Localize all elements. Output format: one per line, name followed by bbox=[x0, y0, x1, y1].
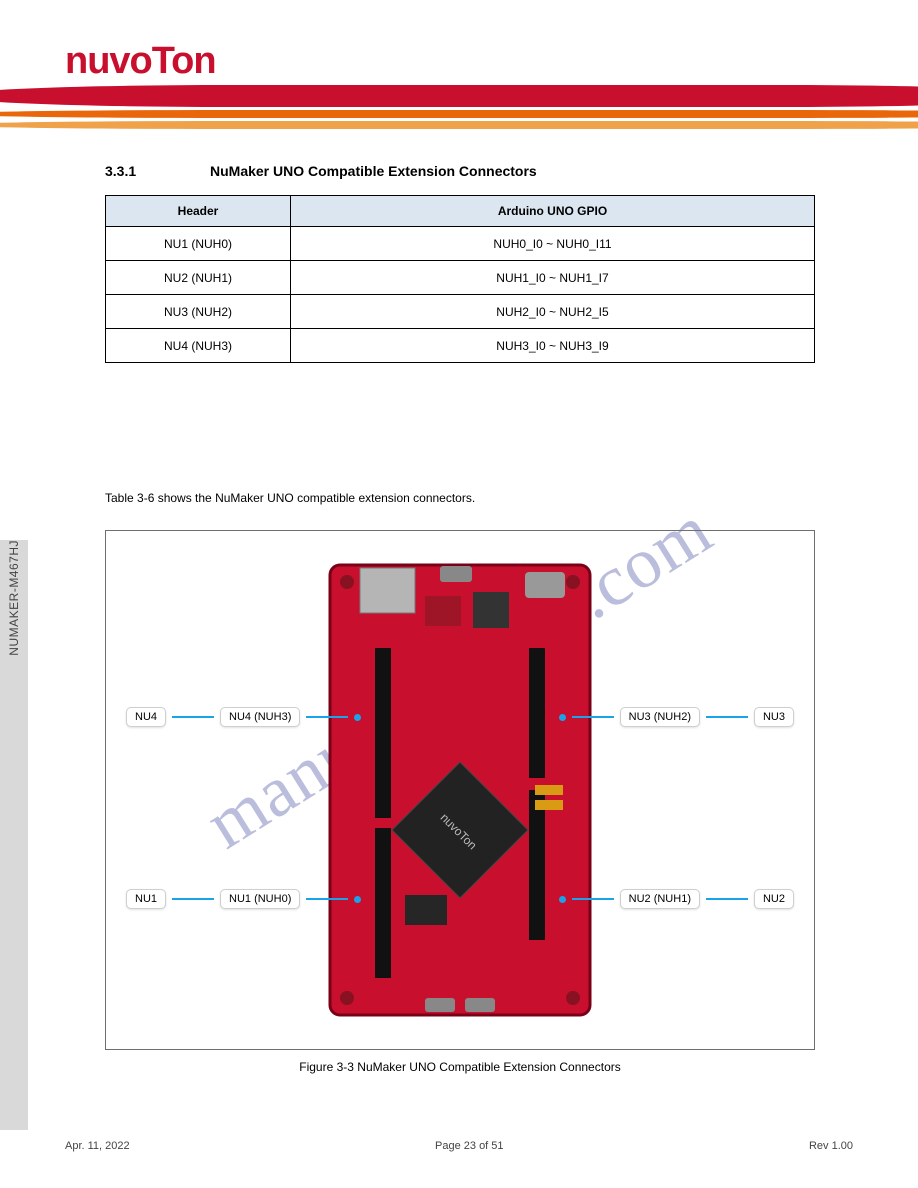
callout-small-label: NU1 bbox=[126, 889, 166, 909]
side-tab-label: NUMAKER-M467HJ bbox=[7, 540, 21, 676]
board-image: nuvoTon bbox=[325, 560, 595, 1020]
page-footer: Apr. 11, 2022 Page 23 of 51 Rev 1.00 bbox=[65, 1140, 853, 1152]
table-cell: NU3 (NUH2) bbox=[106, 295, 291, 329]
side-tab: NUMAKER-M467HJ bbox=[0, 540, 28, 1130]
callout-big-label: NU3 (NUH2) bbox=[620, 707, 700, 727]
document-header: nuvoTon bbox=[0, 0, 918, 140]
callout-nu3: NU3 (NUH2) NU3 bbox=[559, 707, 794, 727]
table-header-cell: Header bbox=[106, 196, 291, 227]
table-cell: NUH2_I0 ~ NUH2_I5 bbox=[291, 295, 815, 329]
callout-small-label: NU3 bbox=[754, 707, 794, 727]
callout-nu2: NU2 (NUH1) NU2 bbox=[559, 889, 794, 909]
table-row: NU3 (NUH2) NUH2_I0 ~ NUH2_I5 bbox=[106, 295, 815, 329]
header-stripes bbox=[0, 85, 918, 140]
section-title: NuMaker UNO Compatible Extension Connect… bbox=[210, 163, 537, 179]
table-cell: NU4 (NUH3) bbox=[106, 329, 291, 363]
footer-rev: Rev 1.00 bbox=[809, 1140, 853, 1152]
callout-small-label: NU2 bbox=[754, 889, 794, 909]
table-reference-paragraph: Table 3-6 shows the NuMaker UNO compatib… bbox=[105, 490, 815, 507]
table-row: NU4 (NUH3) NUH3_I0 ~ NUH3_I9 bbox=[106, 329, 815, 363]
table-row: NU2 (NUH1) NUH1_I0 ~ NUH1_I7 bbox=[106, 261, 815, 295]
extension-connector-table: Header Arduino UNO GPIO NU1 (NUH0) NUH0_… bbox=[105, 195, 815, 363]
table-cell: NU2 (NUH1) bbox=[106, 261, 291, 295]
callout-big-label: NU1 (NUH0) bbox=[220, 889, 300, 909]
figure-box: nuvoTon NU4 NU4 (NUH3) NU3 (NUH2) NU3 NU… bbox=[105, 530, 815, 1050]
callout-nu1: NU1 NU1 (NUH0) bbox=[126, 889, 361, 909]
callout-big-label: NU4 (NUH3) bbox=[220, 707, 300, 727]
callout-nu4: NU4 NU4 (NUH3) bbox=[126, 707, 361, 727]
brand-logo: nuvoTon bbox=[65, 40, 216, 83]
table-row: NU1 (NUH0) NUH0_I0 ~ NUH0_I11 bbox=[106, 227, 815, 261]
footer-page: Page 23 of 51 bbox=[435, 1140, 504, 1152]
table-cell: NUH1_I0 ~ NUH1_I7 bbox=[291, 261, 815, 295]
table-cell: NUH0_I0 ~ NUH0_I11 bbox=[291, 227, 815, 261]
section-number: 3.3.1 bbox=[105, 163, 136, 179]
table-cell: NU1 (NUH0) bbox=[106, 227, 291, 261]
table-header-cell: Arduino UNO GPIO bbox=[291, 196, 815, 227]
callout-big-label: NU2 (NUH1) bbox=[620, 889, 700, 909]
callout-small-label: NU4 bbox=[126, 707, 166, 727]
table-cell: NUH3_I0 ~ NUH3_I9 bbox=[291, 329, 815, 363]
figure-caption: Figure 3-3 NuMaker UNO Compatible Extens… bbox=[105, 1060, 815, 1074]
footer-date: Apr. 11, 2022 bbox=[65, 1140, 130, 1152]
